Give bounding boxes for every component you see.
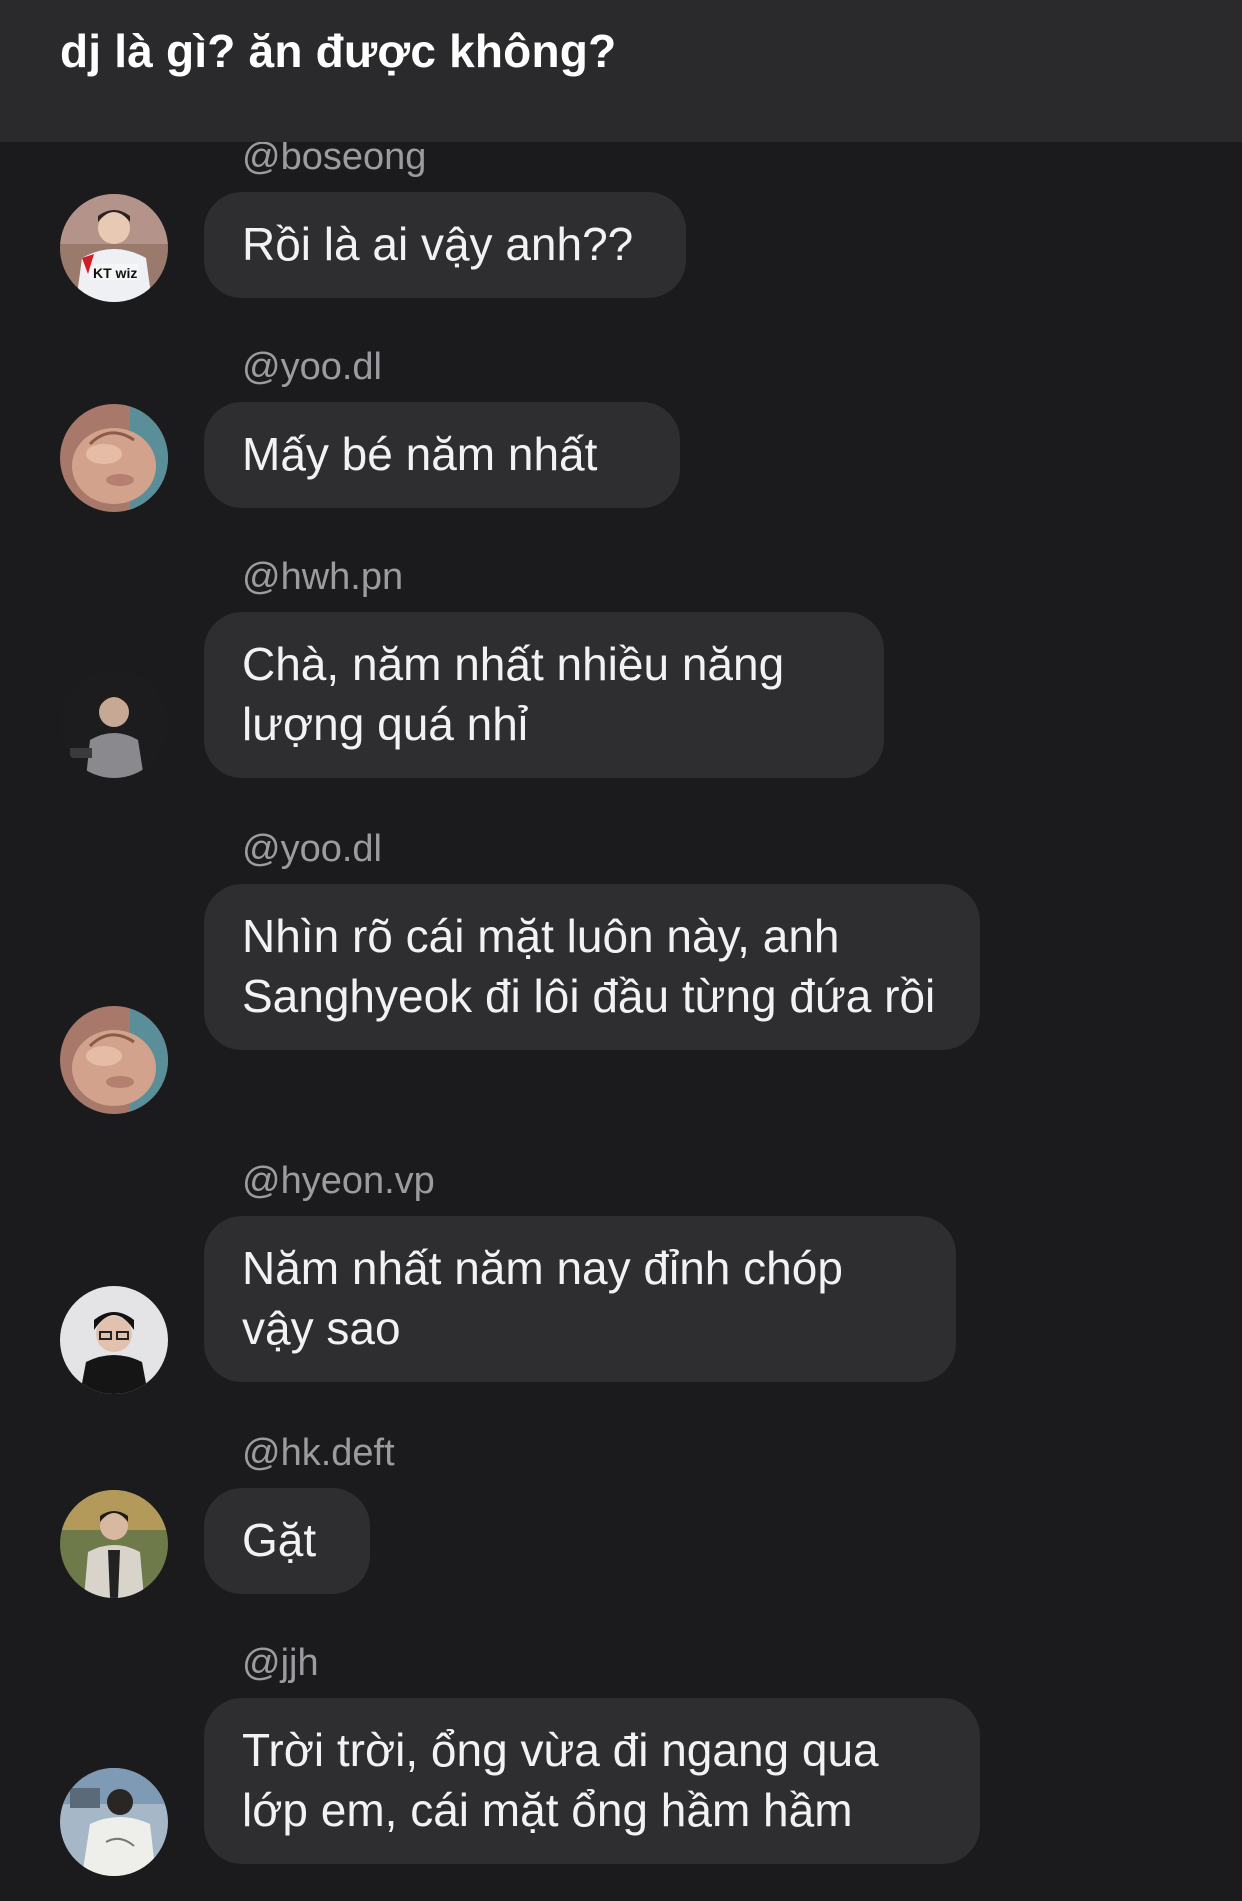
message-username[interactable]: @hk.deft xyxy=(242,1430,395,1476)
message-bubble[interactable]: Năm nhất năm nay đỉnh chóp vậy sao xyxy=(204,1216,956,1382)
message-bubble[interactable]: Nhìn rõ cái mặt luôn này, anh Sanghyeok … xyxy=(204,884,980,1050)
cat-avatar-icon[interactable] xyxy=(60,1006,168,1114)
thread-title: dj là gì? ăn được không? xyxy=(60,25,617,77)
message-bubble[interactable]: Trời trời, ổng vừa đi ngang qua lớp em, … xyxy=(204,1698,980,1864)
message-username[interactable]: @boseong xyxy=(242,142,426,180)
message-username[interactable]: @hwh.pn xyxy=(242,554,403,600)
message-username[interactable]: @hyeon.vp xyxy=(242,1158,435,1204)
person-back-avatar-icon[interactable] xyxy=(60,1768,168,1876)
message-bubble[interactable]: Mấy bé năm nhất xyxy=(204,402,680,508)
message-username[interactable]: @yoo.dl xyxy=(242,344,382,390)
message-list[interactable]: @boseong KT wiz Rồi là ai vậy anh?? @yoo… xyxy=(0,142,1242,1901)
person-outdoor-avatar-icon[interactable] xyxy=(60,1490,168,1598)
cat-avatar-icon[interactable] xyxy=(60,404,168,512)
svg-text:KT wiz: KT wiz xyxy=(93,265,137,281)
player-avatar-icon[interactable]: KT wiz xyxy=(60,194,168,302)
message-bubble[interactable]: Chà, năm nhất nhiều năng lượng quá nhỉ xyxy=(204,612,884,778)
person-dark-avatar-icon[interactable] xyxy=(60,670,168,778)
thread-header: dj là gì? ăn được không? xyxy=(0,0,1242,142)
message-username[interactable]: @jjh xyxy=(242,1640,319,1686)
message-bubble[interactable]: Gặt xyxy=(204,1488,370,1594)
person-glasses-avatar-icon[interactable] xyxy=(60,1286,168,1394)
message-username[interactable]: @yoo.dl xyxy=(242,826,382,872)
message-bubble[interactable]: Rồi là ai vậy anh?? xyxy=(204,192,686,298)
